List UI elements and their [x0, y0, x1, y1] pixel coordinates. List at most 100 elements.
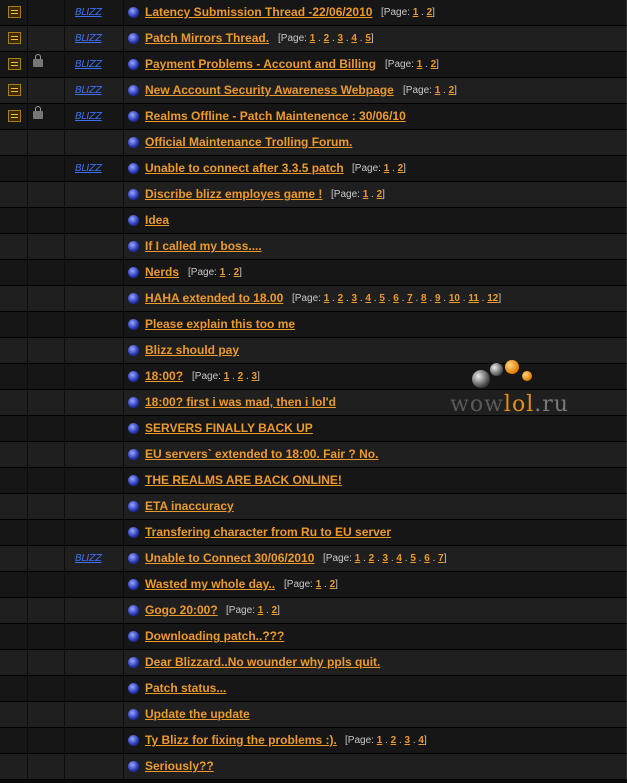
blizz-cell: BLIZZ: [65, 546, 124, 571]
thread-bullet-icon: [128, 709, 139, 720]
thread-title-link[interactable]: THE REALMS ARE BACK ONLINE!: [145, 474, 342, 487]
thread-title-link[interactable]: New Account Security Awareness Webpage: [145, 84, 394, 97]
thread-title-link[interactable]: Payment Problems - Account and Billing: [145, 58, 376, 71]
page-suffix: ]: [382, 189, 385, 200]
page-separator: .: [429, 553, 439, 564]
thread-title-link[interactable]: Unable to Connect 30/06/2010: [145, 552, 314, 565]
thread-row: SERVERS FINALLY BACK UP: [0, 416, 627, 442]
page-separator: .: [343, 293, 352, 304]
status-cell: [0, 234, 28, 259]
thread-title-link[interactable]: Downloading patch..???: [145, 630, 284, 643]
page-link[interactable]: 12: [487, 293, 498, 304]
thread-row: Patch status...: [0, 676, 627, 702]
lock-cell: [28, 598, 65, 623]
thread-title-link[interactable]: Patch Mirrors Thread.: [145, 32, 269, 45]
blizz-badge-icon[interactable]: BLIZZ: [75, 553, 102, 564]
thread-row: If I called my boss....: [0, 234, 627, 260]
blizz-badge-icon[interactable]: BLIZZ: [75, 85, 102, 96]
thread-title-link[interactable]: SERVERS FINALLY BACK UP: [145, 422, 313, 435]
thread-title-link[interactable]: If I called my boss....: [145, 240, 262, 253]
page-separator: .: [329, 33, 338, 44]
thread-title-link[interactable]: Wasted my whole day..: [145, 578, 275, 591]
page-separator: .: [329, 293, 338, 304]
status-cell: [0, 442, 28, 467]
thread-bullet-icon: [128, 241, 139, 252]
thread-title-link[interactable]: HAHA extended to 18.00: [145, 292, 283, 305]
title-cell: Unable to Connect 30/06/2010 [Page: 1 . 2…: [124, 546, 626, 571]
thread-title-link[interactable]: Gogo 20:00?: [145, 604, 218, 617]
page-link[interactable]: 11: [468, 293, 479, 304]
blizz-cell: [65, 598, 124, 623]
title-cell: Wasted my whole day.. [Page: 1 . 2]: [124, 572, 626, 597]
thread-title-link[interactable]: Ty Blizz for fixing the problems :).: [145, 734, 337, 747]
thread-row: THE REALMS ARE BACK ONLINE!: [0, 468, 627, 494]
blizz-cell: [65, 572, 124, 597]
thread-title-link[interactable]: Dear Blizzard..No wounder why ppls quit.: [145, 656, 380, 669]
title-cell: Discribe blizz employes game ! [Page: 1 .…: [124, 182, 626, 207]
page-suffix: ]: [443, 553, 447, 564]
blizz-cell: [65, 494, 124, 519]
thread-title-link[interactable]: Official Maintenance Trolling Forum.: [145, 136, 352, 149]
thread-title-link[interactable]: Transfering character from Ru to EU serv…: [145, 526, 391, 539]
blizz-cell: [65, 234, 124, 259]
blizz-cell: [65, 728, 124, 753]
thread-title-link[interactable]: 18:00?: [145, 370, 183, 383]
page-list: [Page: 1 . 2]: [403, 85, 457, 97]
thread-title-link[interactable]: Blizz should pay: [145, 344, 239, 357]
thread-title-link[interactable]: Discribe blizz employes game !: [145, 188, 322, 201]
blizz-cell: [65, 416, 124, 441]
page-separator: .: [422, 59, 431, 70]
blizz-badge-icon[interactable]: BLIZZ: [75, 33, 102, 44]
thread-title-link[interactable]: Nerds: [145, 266, 179, 279]
blizz-badge-icon[interactable]: BLIZZ: [75, 111, 102, 122]
page-prefix: [Page:: [284, 579, 316, 590]
thread-title-link[interactable]: Realms Offline - Patch Maintenence : 30/…: [145, 110, 406, 123]
thread-bullet-icon: [128, 657, 139, 668]
lock-cell: [28, 260, 65, 285]
page-suffix: ]: [335, 579, 338, 590]
title-cell: Nerds [Page: 1 . 2]: [124, 260, 626, 285]
thread-title-link[interactable]: Please explain this too me: [145, 318, 295, 331]
status-cell: [0, 494, 28, 519]
lock-cell: [28, 442, 65, 467]
lock-cell: [28, 130, 65, 155]
thread-title-link[interactable]: Idea: [145, 214, 169, 227]
blizz-badge-icon[interactable]: BLIZZ: [75, 7, 102, 18]
page-link[interactable]: 10: [449, 293, 460, 304]
page-list: [Page: 1 . 2 . 3 . 4 . 5]: [278, 33, 374, 45]
blizz-cell: [65, 702, 124, 727]
thread-title-link[interactable]: ETA inaccuracy: [145, 500, 234, 513]
thread-row: BLIZZ Latency Submission Thread -22/06/20…: [0, 0, 627, 26]
thread-title-link[interactable]: 18:00? first i was mad, then i lol'd: [145, 396, 336, 409]
page-suffix: ]: [257, 371, 260, 382]
blizz-cell: [65, 286, 124, 311]
page-separator: .: [418, 7, 427, 18]
blizz-cell: [65, 364, 124, 389]
page-separator: .: [412, 293, 422, 304]
page-list: [Page: 1 . 2]: [284, 579, 338, 591]
thread-bullet-icon: [128, 423, 139, 434]
thread-bullet-icon: [128, 761, 139, 772]
page-list: [Page: 1 . 2]: [381, 7, 435, 19]
thread-bullet-icon: [128, 475, 139, 486]
thread-title-link[interactable]: Patch status...: [145, 682, 226, 695]
thread-title-link[interactable]: Unable to connect after 3.3.5 patch: [145, 162, 344, 175]
thread-row: EU servers` extended to 18:00. Fair ? No…: [0, 442, 627, 468]
status-cell: [0, 0, 28, 25]
status-cell: [0, 52, 28, 77]
lock-cell: [28, 468, 65, 493]
blizz-badge-icon[interactable]: BLIZZ: [75, 59, 102, 70]
thread-title-link[interactable]: Latency Submission Thread -22/06/2010: [145, 6, 372, 19]
title-cell: Unable to connect after 3.3.5 patch [Page…: [124, 156, 626, 181]
thread-title-link[interactable]: Update the update: [145, 708, 250, 721]
lock-cell: [28, 52, 65, 77]
blizz-badge-icon[interactable]: BLIZZ: [75, 163, 102, 174]
blizz-cell: [65, 624, 124, 649]
page-list: [Page: 1 . 2 . 3 . 4 . 5 . 6 . 7 . 8 . 9…: [292, 293, 501, 305]
title-cell: Patch status...: [124, 676, 626, 701]
lock-cell: [28, 754, 65, 779]
thread-title-link[interactable]: Seriously??: [145, 760, 214, 773]
page-list: [Page: 1 . 2]: [352, 163, 406, 175]
blizz-cell: [65, 650, 124, 675]
thread-title-link[interactable]: EU servers` extended to 18:00. Fair ? No…: [145, 448, 378, 461]
